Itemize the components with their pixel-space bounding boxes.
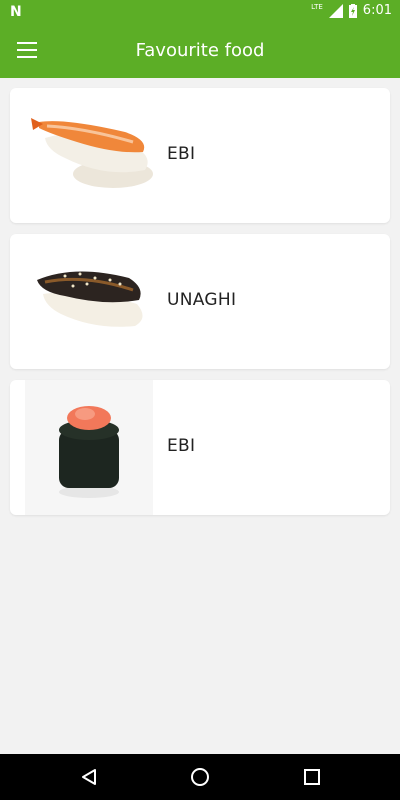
signal-icon [328, 3, 343, 18]
navigation-bar [0, 754, 400, 800]
battery-charging-icon [348, 3, 357, 18]
food-card[interactable]: UNAGHI [10, 234, 390, 369]
status-icons: LTE 6:01 [311, 2, 392, 19]
back-icon[interactable] [77, 765, 101, 789]
food-card[interactable]: EBI [10, 88, 390, 223]
network-type: LTE [311, 2, 323, 11]
food-name: EBI [167, 436, 196, 456]
food-list: EBI UNAGHI EBI [0, 78, 400, 754]
n-logo-icon: N [10, 4, 22, 20]
shrimp-nigiri-image [31, 118, 153, 188]
home-icon[interactable] [188, 765, 212, 789]
shrimp-gunkan-image [25, 380, 153, 515]
page-title: Favourite food [135, 40, 265, 61]
status-bar: N LTE 6:01 [0, 0, 400, 24]
app-bar: Favourite food [0, 24, 400, 78]
food-card[interactable]: EBI [10, 380, 390, 515]
eel-nigiri-image [37, 271, 143, 327]
food-name: UNAGHI [167, 290, 237, 310]
recents-icon[interactable] [300, 765, 324, 789]
food-name: EBI [167, 144, 196, 164]
clock: 6:01 [362, 3, 392, 18]
